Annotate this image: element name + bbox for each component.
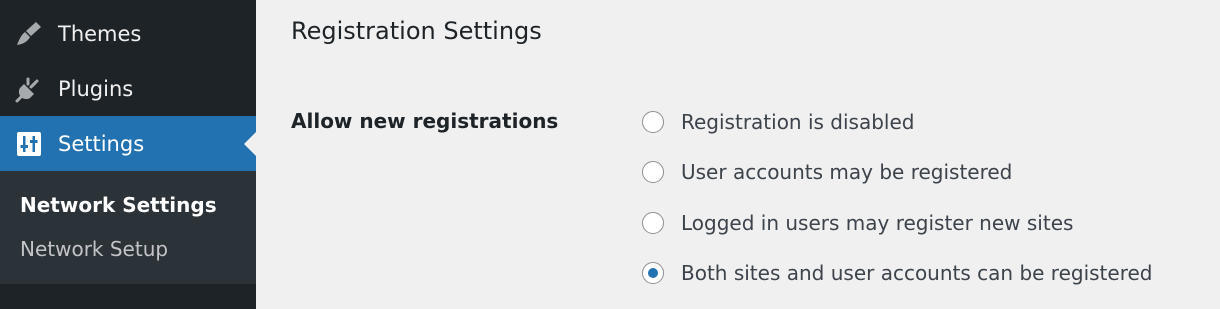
radio-label: Both sites and user accounts can be regi…: [681, 261, 1153, 285]
radio-button[interactable]: [642, 212, 664, 234]
radio-option-logged-in-sites[interactable]: Logged in users may register new sites: [642, 208, 1073, 238]
radio-label: Registration is disabled: [681, 110, 915, 134]
sidebar-item-settings[interactable]: Settings: [0, 116, 256, 171]
radio-button[interactable]: [642, 262, 664, 284]
settings-sliders-icon: [14, 129, 44, 159]
submenu-item-network-setup[interactable]: Network Setup: [20, 237, 168, 261]
radio-label: User accounts may be registered: [681, 160, 1013, 184]
radio-option-user-accounts[interactable]: User accounts may be registered: [642, 157, 1012, 187]
radio-option-registration-disabled[interactable]: Registration is disabled: [642, 107, 914, 137]
sidebar-item-label: Themes: [58, 21, 142, 46]
sidebar-item-label: Plugins: [58, 76, 134, 101]
submenu-item-network-settings[interactable]: Network Settings: [20, 193, 217, 217]
radio-button[interactable]: [642, 111, 664, 133]
plugin-icon: [14, 74, 44, 104]
sidebar-item-themes[interactable]: Themes: [0, 6, 256, 61]
settings-submenu: Network Settings Network Setup: [0, 171, 256, 284]
admin-sidebar: Themes Plugins Settings Network Settings…: [0, 0, 256, 309]
paintbrush-icon: [14, 19, 44, 49]
section-title: Registration Settings: [291, 17, 542, 45]
sidebar-item-label: Settings: [58, 131, 145, 156]
radio-button[interactable]: [642, 161, 664, 183]
radio-option-sites-and-users[interactable]: Both sites and user accounts can be regi…: [642, 258, 1152, 288]
radio-label: Logged in users may register new sites: [681, 211, 1074, 235]
field-label: Allow new registrations: [291, 109, 559, 133]
sidebar-item-plugins[interactable]: Plugins: [0, 61, 256, 116]
